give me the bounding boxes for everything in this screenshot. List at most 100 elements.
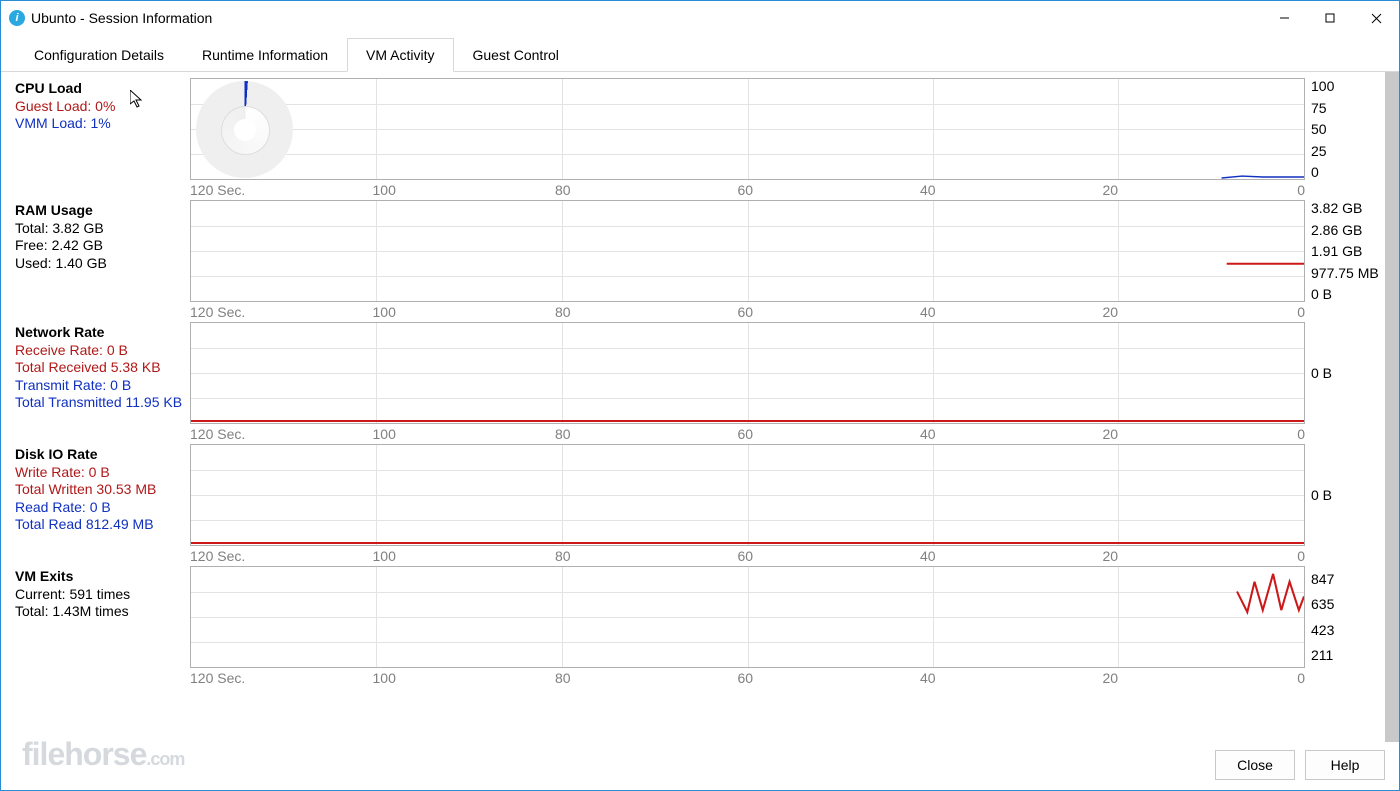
tab-bar: Configuration Details Runtime Informatio… (1, 35, 1399, 72)
x-label: 20 (1103, 426, 1286, 442)
cpu-line (191, 79, 1304, 179)
x-label: 100 (373, 670, 556, 686)
cpu-y-axis: 100 75 50 25 0 (1311, 78, 1334, 180)
net-y-axis: 0 B (1311, 322, 1332, 424)
y-label: 0 B (1311, 286, 1379, 302)
ram-free: Free: 2.42 GB (15, 237, 190, 255)
x-label: 120 Sec. (190, 304, 373, 320)
y-label: 0 B (1311, 365, 1332, 381)
x-label: 120 Sec. (190, 182, 373, 198)
disk-chart[interactable] (190, 444, 1305, 546)
net-legend: Network Rate Receive Rate: 0 B Total Rec… (15, 322, 190, 412)
close-dialog-button[interactable]: Close (1215, 750, 1295, 780)
tab-guest-control[interactable]: Guest Control (454, 38, 578, 71)
tab-vm-activity[interactable]: VM Activity (347, 38, 453, 72)
net-tx-rate: Transmit Rate: 0 B (15, 377, 190, 395)
x-label: 100 (373, 426, 556, 442)
y-label: 25 (1311, 143, 1334, 159)
x-label: 20 (1103, 670, 1286, 686)
maximize-button[interactable] (1307, 1, 1353, 35)
disk-read-rate: Read Rate: 0 B (15, 499, 190, 517)
scrollbar[interactable] (1385, 72, 1399, 742)
net-heading: Network Rate (15, 324, 190, 342)
y-label: 75 (1311, 100, 1334, 116)
close-button[interactable] (1353, 1, 1399, 35)
x-label: 0 (1285, 548, 1305, 564)
y-label: 977.75 MB (1311, 265, 1379, 281)
metric-cpu-load: CPU Load Guest Load: 0% VMM Load: 1% (15, 78, 1375, 198)
footer: Close Help (1, 742, 1399, 790)
y-label: 2.86 GB (1311, 222, 1379, 238)
ram-heading: RAM Usage (15, 202, 190, 220)
x-label: 100 (373, 548, 556, 564)
net-recv-total: Total Received 5.38 KB (15, 359, 190, 377)
ram-chart[interactable] (190, 200, 1305, 302)
cpu-heading: CPU Load (15, 80, 190, 98)
x-label: 60 (738, 182, 921, 198)
net-chart[interactable] (190, 322, 1305, 424)
app-info-icon: i (9, 10, 25, 26)
metric-vm-exits: VM Exits Current: 591 times Total: 1.43M… (15, 566, 1375, 686)
exits-chart[interactable] (190, 566, 1305, 668)
window-controls (1261, 1, 1399, 35)
x-label: 60 (738, 304, 921, 320)
exits-chart-block: 847 635 423 211 120 Sec. 100 80 60 40 20… (190, 566, 1375, 686)
x-label: 40 (920, 304, 1103, 320)
minimize-button[interactable] (1261, 1, 1307, 35)
exits-heading: VM Exits (15, 568, 190, 586)
x-label: 40 (920, 670, 1103, 686)
net-chart-block: 0 B 120 Sec. 100 80 60 40 20 0 (190, 322, 1375, 442)
tab-runtime-information[interactable]: Runtime Information (183, 38, 347, 71)
y-label: 423 (1311, 622, 1334, 638)
disk-write-total: Total Written 30.53 MB (15, 481, 190, 499)
titlebar: i Ubunto - Session Information (1, 1, 1399, 35)
exits-y-axis: 847 635 423 211 (1311, 566, 1334, 668)
cpu-chart[interactable] (190, 78, 1305, 180)
disk-line (191, 445, 1304, 545)
disk-read-total: Total Read 812.49 MB (15, 516, 190, 534)
metric-network-rate: Network Rate Receive Rate: 0 B Total Rec… (15, 322, 1375, 442)
ram-y-axis: 3.82 GB 2.86 GB 1.91 GB 977.75 MB 0 B (1311, 200, 1379, 302)
tab-configuration-details[interactable]: Configuration Details (15, 38, 183, 71)
cpu-guest-load: Guest Load: 0% (15, 98, 190, 116)
cpu-chart-block: 100 75 50 25 0 120 Sec. 100 80 60 40 20 … (190, 78, 1375, 198)
x-label: 80 (555, 182, 738, 198)
x-label: 80 (555, 670, 738, 686)
x-label: 60 (738, 426, 921, 442)
exits-line (191, 567, 1304, 667)
exits-legend: VM Exits Current: 591 times Total: 1.43M… (15, 566, 190, 621)
disk-legend: Disk IO Rate Write Rate: 0 B Total Writt… (15, 444, 190, 534)
scrollbar-thumb[interactable] (1385, 72, 1399, 742)
exits-total: Total: 1.43M times (15, 603, 190, 621)
cpu-x-axis: 120 Sec. 100 80 60 40 20 0 (190, 182, 1305, 198)
y-label: 211 (1311, 647, 1334, 663)
ram-x-axis: 120 Sec. 100 80 60 40 20 0 (190, 304, 1305, 320)
disk-x-axis: 120 Sec. 100 80 60 40 20 0 (190, 548, 1305, 564)
x-label: 120 Sec. (190, 426, 373, 442)
x-label: 100 (373, 182, 556, 198)
y-label: 847 (1311, 571, 1334, 587)
x-label: 40 (920, 548, 1103, 564)
y-label: 0 B (1311, 487, 1332, 503)
disk-write-rate: Write Rate: 0 B (15, 464, 190, 482)
body-area: CPU Load Guest Load: 0% VMM Load: 1% (1, 72, 1399, 742)
x-label: 60 (738, 548, 921, 564)
x-label: 0 (1285, 670, 1305, 686)
exits-current: Current: 591 times (15, 586, 190, 604)
ram-used: Used: 1.40 GB (15, 255, 190, 273)
ram-chart-block: 3.82 GB 2.86 GB 1.91 GB 977.75 MB 0 B 12… (190, 200, 1375, 320)
net-x-axis: 120 Sec. 100 80 60 40 20 0 (190, 426, 1305, 442)
net-line (191, 323, 1304, 423)
disk-y-axis: 0 B (1311, 444, 1332, 546)
x-label: 0 (1285, 304, 1305, 320)
x-label: 80 (555, 304, 738, 320)
net-tx-total: Total Transmitted 11.95 KB (15, 394, 190, 412)
x-label: 20 (1103, 548, 1286, 564)
x-label: 120 Sec. (190, 548, 373, 564)
cpu-vmm-load: VMM Load: 1% (15, 115, 190, 133)
x-label: 100 (373, 304, 556, 320)
help-button[interactable]: Help (1305, 750, 1385, 780)
y-label: 3.82 GB (1311, 200, 1379, 216)
vm-activity-content: CPU Load Guest Load: 0% VMM Load: 1% (1, 72, 1385, 742)
y-label: 50 (1311, 121, 1334, 137)
